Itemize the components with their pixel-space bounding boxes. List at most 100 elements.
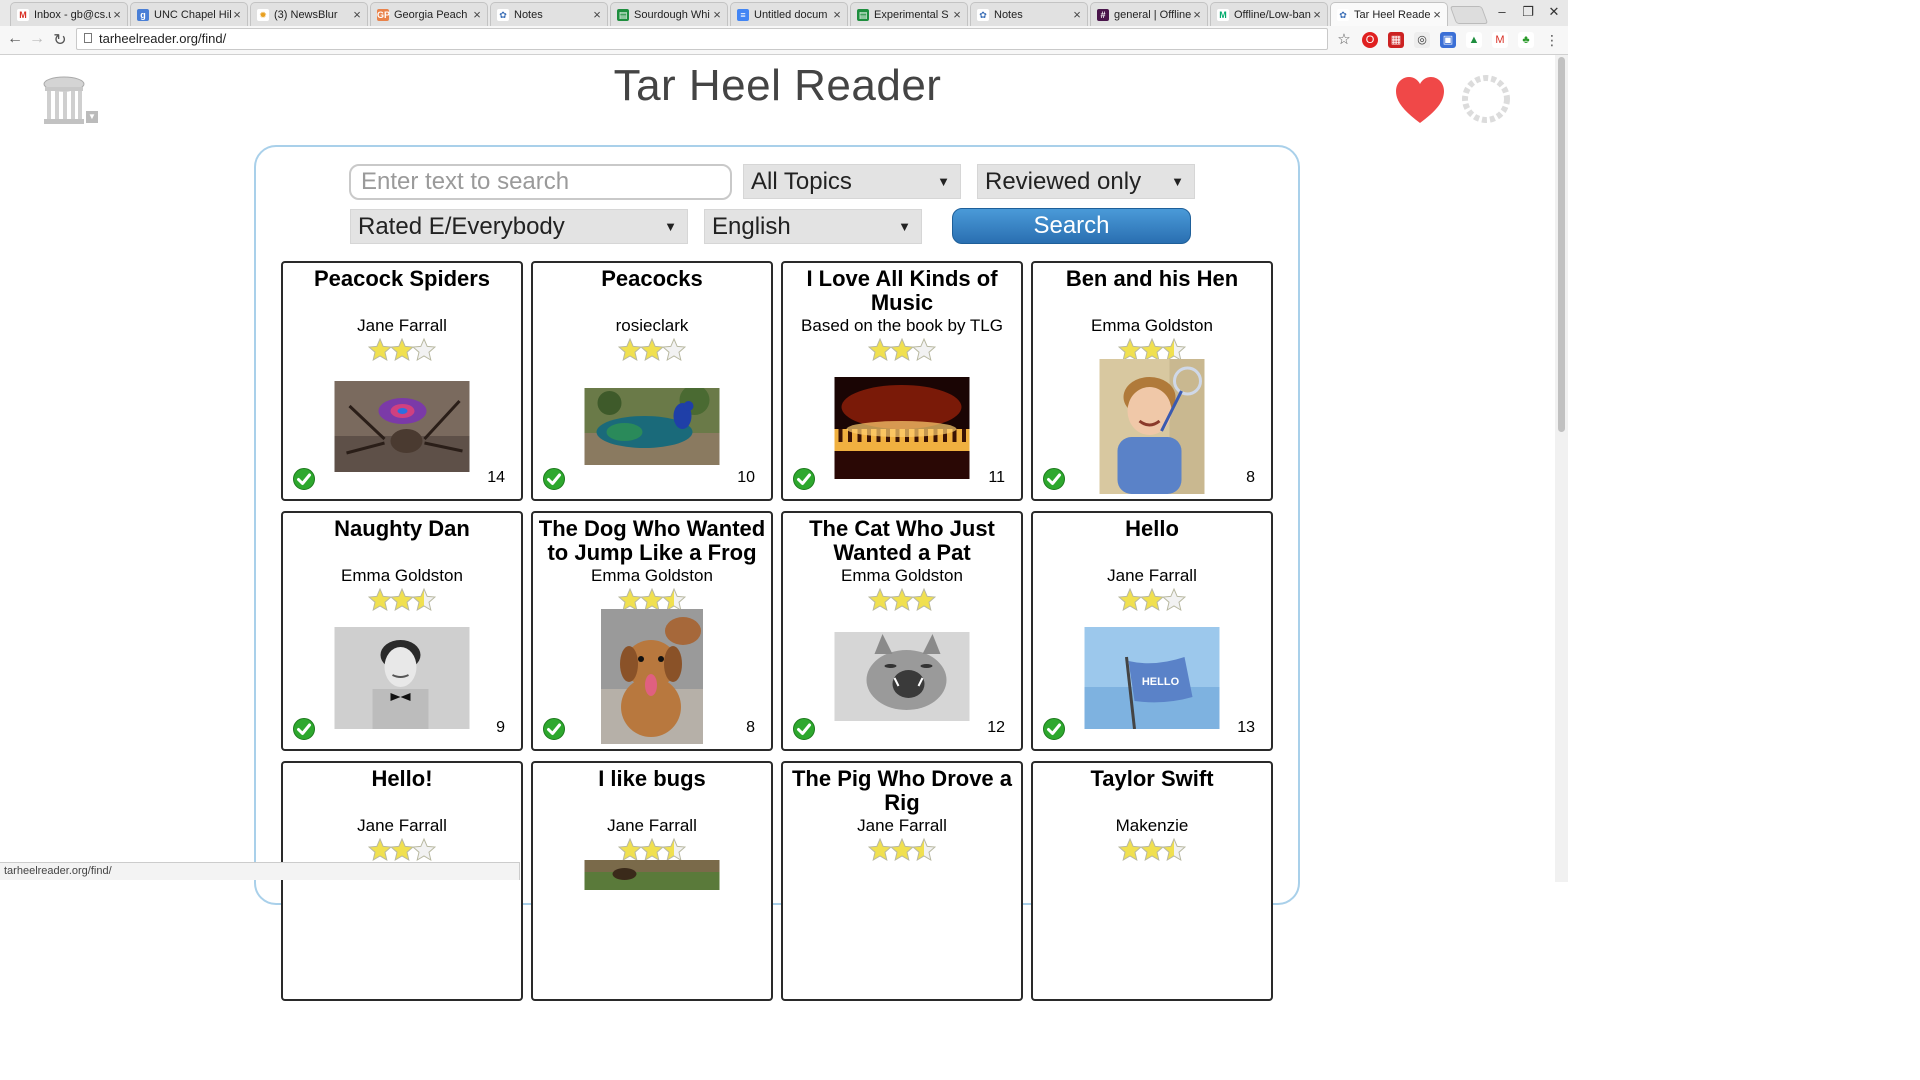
book-title[interactable]: The Pig Who Drove a Rig: [783, 767, 1021, 815]
bookmark-star-icon[interactable]: ☆: [1336, 32, 1352, 48]
close-window-button[interactable]: ✕: [1544, 4, 1564, 20]
book-cover-image[interactable]: [584, 385, 720, 465]
book-title[interactable]: Hello: [1033, 517, 1271, 541]
vertical-scrollbar[interactable]: [1555, 55, 1568, 882]
drive-icon[interactable]: ▲: [1466, 32, 1482, 48]
book-title[interactable]: Hello!: [283, 767, 521, 791]
menu-icon[interactable]: ⋮: [1544, 32, 1560, 48]
book-title[interactable]: The Cat Who Just Wanted a Pat: [783, 517, 1021, 565]
review-select[interactable]: Reviewed only ▼: [977, 164, 1195, 199]
book-cover-image[interactable]: [601, 609, 703, 744]
tab-close-icon[interactable]: ×: [1311, 8, 1323, 21]
book-cover-image[interactable]: [334, 627, 470, 729]
page-title: Tar Heel Reader: [613, 61, 942, 110]
logo-dropdown-icon[interactable]: ▼: [86, 111, 98, 123]
book-cover-image[interactable]: [1099, 359, 1205, 494]
tab-title: general | Offline: [1114, 8, 1191, 21]
book-card[interactable]: Naughty Dan Emma Goldston 9: [281, 511, 523, 751]
book-cover-image[interactable]: [834, 377, 970, 479]
book-title[interactable]: The Dog Who Wanted to Jump Like a Frog: [533, 517, 771, 565]
scrollbar-thumb[interactable]: [1558, 57, 1565, 432]
search-input[interactable]: [349, 164, 732, 200]
reload-icon[interactable]: ↻: [51, 30, 69, 50]
book-card[interactable]: Taylor Swift Makenzie: [1031, 761, 1273, 1001]
book-title[interactable]: Taylor Swift: [1033, 767, 1271, 791]
tab-close-icon[interactable]: ×: [711, 8, 723, 21]
star-icon: [662, 838, 686, 862]
book-card[interactable]: Peacock Spiders Jane Farrall 14: [281, 261, 523, 501]
browser-tab[interactable]: ✹ (3) NewsBlur ×: [250, 2, 368, 26]
opera-extension-icon[interactable]: O: [1362, 32, 1378, 48]
tab-close-icon[interactable]: ×: [831, 8, 843, 21]
rating-select[interactable]: Rated E/Everybody ▼: [350, 209, 688, 244]
tab-close-icon[interactable]: ×: [231, 8, 243, 21]
gmail-icon[interactable]: M: [1492, 32, 1508, 48]
tab-close-icon[interactable]: ×: [1431, 8, 1443, 21]
book-card[interactable]: The Dog Who Wanted to Jump Like a Frog Em…: [531, 511, 773, 751]
reviewed-check-icon: [1043, 718, 1065, 740]
book-cover-image[interactable]: [834, 632, 970, 721]
book-card[interactable]: I Love All Kinds of Music Based on the bo…: [781, 261, 1023, 501]
settings-gear-icon[interactable]: [1458, 71, 1514, 127]
book-card[interactable]: I like bugs Jane Farrall: [531, 761, 773, 1001]
clover-extension-icon[interactable]: ♣: [1518, 32, 1534, 48]
book-title[interactable]: Ben and his Hen: [1033, 267, 1271, 291]
book-title[interactable]: Naughty Dan: [283, 517, 521, 541]
extension-icon[interactable]: ◎: [1414, 32, 1430, 48]
search-button[interactable]: Search: [952, 208, 1191, 244]
book-card[interactable]: Hello! Jane Farrall: [281, 761, 523, 1001]
book-title[interactable]: Peacocks: [533, 267, 771, 291]
book-card[interactable]: Ben and his Hen Emma Goldston 8: [1031, 261, 1273, 501]
language-select[interactable]: English ▼: [704, 209, 922, 244]
browser-tab[interactable]: ✿ Notes ×: [490, 2, 608, 26]
browser-tab[interactable]: ▤ Experimental S ×: [850, 2, 968, 26]
book-cover-image[interactable]: [584, 860, 720, 890]
tab-favicon-icon: M: [17, 8, 29, 21]
book-cover-image[interactable]: HELLO: [1084, 627, 1220, 730]
book-author: Emma Goldston: [841, 566, 963, 585]
star-icon: [868, 338, 892, 362]
browser-tab[interactable]: M Offline/Low-ban ×: [1210, 2, 1328, 26]
book-author: Emma Goldston: [341, 566, 463, 585]
book-author: rosieclark: [615, 316, 689, 335]
new-tab-button[interactable]: [1449, 6, 1489, 24]
tab-close-icon[interactable]: ×: [471, 8, 483, 21]
book-cover-image[interactable]: [334, 381, 470, 472]
book-card[interactable]: Peacocks rosieclark 10: [531, 261, 773, 501]
forward-icon[interactable]: →: [28, 30, 46, 48]
book-card[interactable]: The Cat Who Just Wanted a Pat Emma Goldst…: [781, 511, 1023, 751]
page-count: 9: [496, 719, 505, 736]
extension-icon[interactable]: ▦: [1388, 32, 1404, 48]
heart-icon[interactable]: [1394, 75, 1446, 125]
book-title[interactable]: I like bugs: [533, 767, 771, 791]
chevron-down-icon: ▼: [937, 174, 950, 189]
address-bar[interactable]: tarheelreader.org/find/: [76, 28, 1328, 50]
star-icon: [890, 338, 914, 362]
browser-tab[interactable]: # general | Offline ×: [1090, 2, 1208, 26]
tab-close-icon[interactable]: ×: [591, 8, 603, 21]
book-card[interactable]: Hello Jane Farrall HELLO 13: [1031, 511, 1273, 751]
browser-tab[interactable]: ✿ Notes ×: [970, 2, 1088, 26]
topics-select[interactable]: All Topics ▼: [743, 164, 961, 199]
tab-close-icon[interactable]: ×: [1071, 8, 1083, 21]
tab-title: Sourdough Whi: [634, 8, 710, 21]
book-title[interactable]: Peacock Spiders: [283, 267, 521, 291]
tab-close-icon[interactable]: ×: [951, 8, 963, 21]
browser-tab[interactable]: GP Georgia Peach ×: [370, 2, 488, 26]
restore-button[interactable]: ❐: [1518, 4, 1538, 20]
tab-close-icon[interactable]: ×: [111, 8, 123, 21]
back-icon[interactable]: ←: [6, 30, 24, 48]
tab-close-icon[interactable]: ×: [1191, 8, 1203, 21]
book-author: Makenzie: [1115, 816, 1189, 835]
browser-tab[interactable]: M Inbox - gb@cs.u ×: [10, 2, 128, 26]
browser-tab[interactable]: g UNC Chapel Hill ×: [130, 2, 248, 26]
minimize-button[interactable]: –: [1492, 4, 1512, 19]
browser-tab[interactable]: ≡ Untitled docum ×: [730, 2, 848, 26]
book-title[interactable]: I Love All Kinds of Music: [783, 267, 1021, 315]
extension-icon[interactable]: ▣: [1440, 32, 1456, 48]
tab-close-icon[interactable]: ×: [351, 8, 363, 21]
browser-tab[interactable]: ▤ Sourdough Whi ×: [610, 2, 728, 26]
page-count: 14: [487, 469, 505, 486]
book-card[interactable]: The Pig Who Drove a Rig Jane Farrall: [781, 761, 1023, 1001]
browser-tab[interactable]: ✿ Tar Heel Reader ×: [1330, 2, 1448, 26]
